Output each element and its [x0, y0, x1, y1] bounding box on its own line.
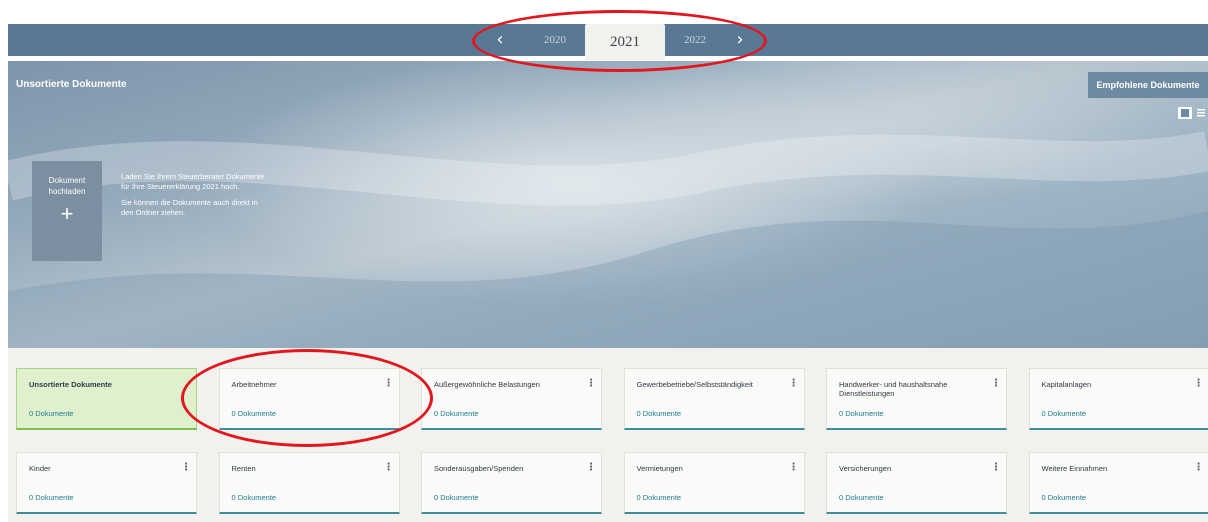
kebab-menu-icon[interactable]: ⋮	[586, 461, 596, 475]
folder-card[interactable]: Vermietungen ⋮ 0 Dokumente	[623, 452, 805, 514]
folder-card[interactable]: Kapitalanlagen ⋮ 0 Dokumente	[1028, 368, 1208, 430]
folder-count: 0 Dokumente	[636, 493, 682, 502]
year-current[interactable]: 2021	[585, 24, 665, 60]
kebab-menu-icon[interactable]: ⋮	[991, 377, 1001, 391]
folder-name: Sonderausgaben/Spenden	[434, 464, 524, 473]
upload-hint-line: Sie können die Dokumente auch direkt in …	[121, 198, 258, 217]
upload-hint: Laden Sie Ihrem Steuerberater Dokumente …	[121, 172, 266, 224]
year-prev[interactable]: 2020	[525, 24, 585, 56]
folder-count: 0 Dokumente	[231, 493, 277, 502]
folder-name: Unsortierte Dokumente	[29, 380, 112, 389]
folder-count: 0 Dokumente	[1041, 409, 1087, 418]
folder-card[interactable]: Versicherungen ⋮ 0 Dokumente	[826, 452, 1007, 514]
year-navigation: ‹ 2020 2021 2022 ›	[485, 24, 755, 60]
folder-count: 0 Dokumente	[434, 493, 479, 502]
kebab-menu-icon[interactable]: ⋮	[586, 377, 596, 391]
chevron-left-icon[interactable]: ‹	[485, 24, 515, 56]
plus-icon: +	[60, 201, 74, 226]
folder-card[interactable]: Handwerker- und haushaltsnahe Dienstleis…	[826, 368, 1007, 430]
folder-name: Gewerbebetriebe/Selbstständigkeit	[636, 380, 753, 389]
folder-name: Vermietungen	[636, 464, 683, 473]
view-toggle	[1178, 107, 1208, 119]
upload-label: Dokument hochladen	[48, 176, 86, 196]
upload-document-button[interactable]: Dokument hochladen +	[32, 161, 102, 261]
folder-name: Weitere Einnahmen	[1041, 464, 1108, 473]
kebab-menu-icon[interactable]: ⋮	[384, 377, 394, 391]
folder-card[interactable]: Arbeitnehmer ⋮ 0 Dokumente	[218, 368, 400, 430]
folder-card[interactable]: Außergewöhnliche Belastungen ⋮ 0 Dokumente	[421, 368, 602, 430]
folder-count: 0 Dokumente	[29, 493, 74, 502]
hero-title: Unsortierte Dokumente	[16, 79, 127, 90]
folder-count: 0 Dokumente	[839, 409, 884, 418]
kebab-menu-icon[interactable]: ⋮	[991, 461, 1001, 475]
folder-card[interactable]: Unsortierte Dokumente 0 Dokumente	[16, 368, 197, 430]
folder-name: Versicherungen	[839, 464, 892, 473]
folder-count: 0 Dokumente	[1041, 493, 1087, 502]
chevron-right-icon[interactable]: ›	[725, 24, 755, 56]
folder-count: 0 Dokumente	[231, 409, 277, 418]
folder-count: 0 Dokumente	[434, 409, 479, 418]
kebab-menu-icon[interactable]: ⋮	[384, 461, 394, 475]
folder-card[interactable]: Sonderausgaben/Spenden ⋮ 0 Dokumente	[421, 452, 602, 514]
folder-count: 0 Dokumente	[636, 409, 682, 418]
kebab-menu-icon[interactable]: ⋮	[789, 461, 799, 475]
recommended-documents-button[interactable]: Empfohlene Dokumente	[1088, 72, 1208, 98]
folder-name: Arbeitnehmer	[231, 380, 277, 389]
folder-card[interactable]: Kinder ⋮ 0 Dokumente	[16, 452, 197, 514]
upload-hint-line: Laden Sie Ihrem Steuerberater Dokumente …	[121, 172, 265, 191]
folder-name: Kinder	[29, 464, 51, 473]
hero-banner: Unsortierte Dokumente Empfohlene Dokumen…	[8, 61, 1208, 348]
folder-card[interactable]: Gewerbebetriebe/Selbstständigkeit ⋮ 0 Doku…	[623, 368, 805, 430]
year-next[interactable]: 2022	[665, 24, 725, 56]
kebab-menu-icon[interactable]: ⋮	[1194, 461, 1204, 475]
folder-card[interactable]: Renten ⋮ 0 Dokumente	[218, 452, 400, 514]
folder-count: 0 Dokumente	[839, 493, 884, 502]
kebab-menu-icon[interactable]: ⋮	[789, 377, 799, 391]
list-view-icon[interactable]	[1194, 107, 1208, 119]
folder-name: Handwerker- und haushaltsnahe Dienstleis…	[839, 380, 948, 398]
folder-name: Außergewöhnliche Belastungen	[434, 380, 540, 389]
folder-name: Renten	[231, 464, 256, 473]
kebab-menu-icon[interactable]: ⋮	[181, 461, 191, 475]
app-root: ‹ 2020 2021 2022 › Unsortierte Dokumente…	[0, 0, 1208, 522]
folder-count: 0 Dokumente	[29, 409, 74, 418]
tile-view-icon[interactable]	[1178, 107, 1192, 119]
folder-name: Kapitalanlagen	[1041, 380, 1092, 389]
folder-card[interactable]: Weitere Einnahmen ⋮ 0 Dokumente	[1028, 452, 1208, 514]
folder-grid: Unsortierte Dokumente 0 Dokumente Arbeitn…	[16, 368, 1208, 514]
kebab-menu-icon[interactable]: ⋮	[1194, 377, 1204, 391]
